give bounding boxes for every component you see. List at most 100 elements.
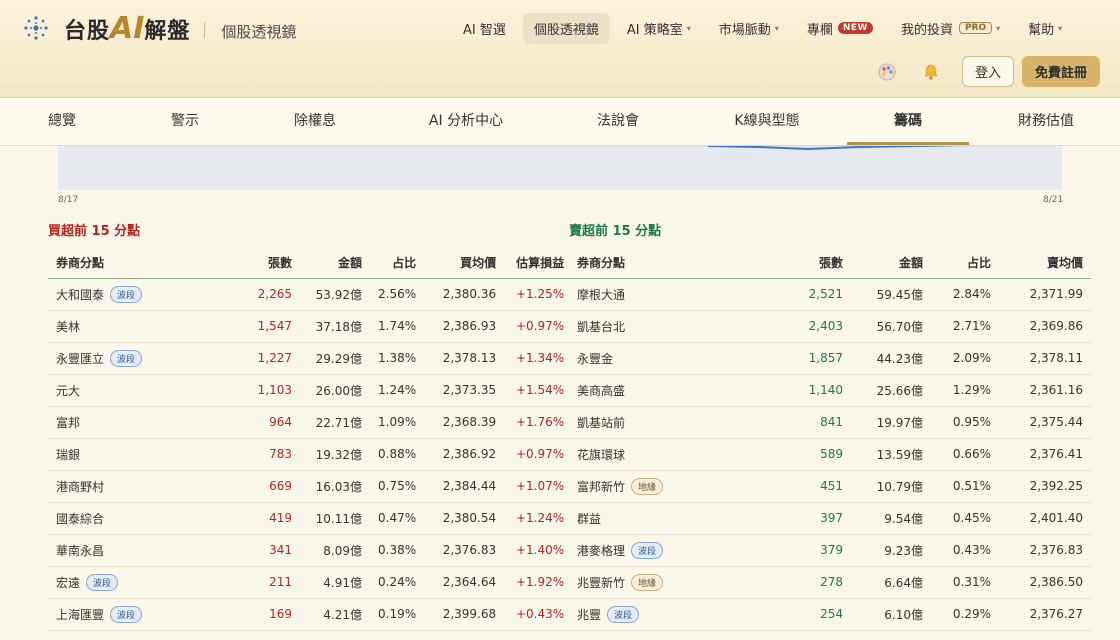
bell-icon[interactable] — [918, 59, 944, 85]
broker-name[interactable]: 瑞銀 — [56, 448, 80, 462]
broker-name[interactable]: 港麥格理 — [577, 544, 625, 558]
broker-cell: 永豐匯立 波段 — [48, 342, 200, 375]
broker-name[interactable]: 花旗環球 — [577, 448, 625, 462]
amount-cell: 4.21億 — [300, 598, 370, 631]
buy-header-1: 張數 — [200, 248, 300, 279]
broker-name[interactable]: 兆豐 — [577, 608, 601, 622]
broker-name[interactable]: 華南永昌 — [56, 544, 104, 558]
amount-cell: 29.29億 — [300, 342, 370, 375]
broker-name[interactable]: 凱基站前 — [577, 416, 625, 430]
broker-cell: 華南永昌 — [48, 534, 200, 567]
table-row[interactable]: 凱基站前 841 19.97億 0.95% 2,375.44 — [569, 406, 1091, 439]
nav-item-6[interactable]: 幫助 ▾ — [1017, 13, 1073, 44]
table-row[interactable]: 凱基台北 2,403 56.70億 2.71% 2,369.86 — [569, 310, 1091, 343]
register-button[interactable]: 免費註冊 — [1021, 56, 1100, 87]
logo[interactable]: 台股AI解盤 個股透視鏡 — [22, 11, 296, 46]
pct-cell: 0.29% — [931, 598, 999, 631]
table-row[interactable]: 元大 1,103 26.00億 1.24% 2,373.35 +1.54% — [48, 374, 573, 407]
nav-item-1[interactable]: 個股透視鏡 — [522, 12, 610, 44]
table-row[interactable]: 美林 1,547 37.18億 1.74% 2,386.93 +0.97% — [48, 310, 573, 343]
table-row[interactable]: 瑞銀 783 19.32億 0.88% 2,386.92 +0.97% — [48, 438, 573, 471]
tab-7[interactable]: 財務估值 — [1004, 98, 1088, 145]
broker-name[interactable]: 元大 — [56, 384, 80, 398]
table-row[interactable]: 富邦 964 22.71億 1.09% 2,368.39 +1.76% — [48, 406, 573, 439]
broker-name[interactable]: 國泰綜合 — [56, 512, 104, 526]
table-row[interactable]: 大和國泰 波段 2,265 53.92億 2.56% 2,380.36 +1.25% — [48, 278, 573, 311]
shares-cell: 1,227 — [200, 342, 300, 375]
table-row[interactable]: 摩根大通 2,521 59.45億 2.84% 2,371.99 — [569, 278, 1091, 311]
table-row[interactable]: 上海匯豐 波段 169 4.21億 0.19% 2,399.68 +0.43% — [48, 598, 573, 631]
table-row[interactable]: 港麥格理 波段 379 9.23億 0.43% 2,376.83 — [569, 534, 1091, 567]
broker-name[interactable]: 永豐匯立 — [56, 352, 104, 366]
tab-6[interactable]: 籌碼 — [847, 98, 969, 145]
broker-name[interactable]: 上海匯豐 — [56, 608, 104, 622]
broker-name[interactable]: 大和國泰 — [56, 288, 104, 302]
table-row[interactable]: 國泰綜合 419 10.11億 0.47% 2,380.54 +1.24% — [48, 502, 573, 535]
table-row[interactable]: 宏遠 波段 211 4.91億 0.24% 2,364.64 +1.92% — [48, 566, 573, 599]
tab-0[interactable]: 總覽 — [22, 98, 102, 145]
sell-header-1: 張數 — [759, 248, 851, 279]
broker-name[interactable]: 永豐金 — [577, 352, 613, 366]
pnl-cell: +1.54% — [504, 374, 573, 407]
shares-cell: 669 — [200, 470, 300, 503]
nav-item-0[interactable]: AI 智選 — [452, 13, 517, 44]
broker-name[interactable]: 美林 — [56, 320, 80, 334]
broker-name[interactable]: 凱基台北 — [577, 320, 625, 334]
table-row[interactable]: 美商高盛 1,140 25.66億 1.29% 2,361.16 — [569, 374, 1091, 407]
amount-cell: 26.00億 — [300, 374, 370, 407]
broker-name[interactable]: 富邦 — [56, 416, 80, 430]
avg-cell: 2,380.36 — [424, 278, 505, 311]
table-row[interactable]: 華南永昌 341 8.09億 0.38% 2,376.83 +1.40% — [48, 534, 573, 567]
nav-item-2[interactable]: AI 策略室 ▾ — [616, 13, 702, 44]
amount-cell: 56.70億 — [851, 310, 931, 343]
table-row[interactable]: 群益 397 9.54億 0.45% 2,401.40 — [569, 502, 1091, 535]
broker-cell: 宏遠 波段 — [48, 566, 200, 599]
broker-cell: 兆豐 波段 — [569, 598, 759, 631]
table-row[interactable]: 兆豐 波段 254 6.10億 0.29% 2,376.27 — [569, 598, 1091, 631]
tab-2[interactable]: 除權息 — [275, 98, 355, 145]
sell-title: 賣超前 15 分點 — [569, 224, 662, 239]
broker-name[interactable]: 宏遠 — [56, 576, 80, 590]
table-row[interactable]: 花旗環球 589 13.59億 0.66% 2,376.41 — [569, 438, 1091, 471]
pnl-cell: +0.97% — [504, 310, 573, 343]
broker-cell: 花旗環球 — [569, 438, 759, 471]
nav-item-label: 市場脈動 — [718, 22, 771, 38]
sell-header-4: 賣均價 — [999, 248, 1091, 279]
tab-4[interactable]: 法說會 — [578, 98, 658, 145]
broker-name[interactable]: 富邦新竹 — [577, 480, 625, 494]
nav-item-5[interactable]: 我的投資 PRO ▾ — [890, 13, 1011, 44]
tab-1[interactable]: 警示 — [145, 98, 225, 145]
broker-name[interactable]: 港商野村 — [56, 480, 104, 494]
pct-cell: 0.45% — [931, 502, 999, 535]
broker-tag: 波段 — [110, 605, 143, 623]
amount-cell: 6.64億 — [851, 566, 931, 599]
table-row[interactable]: 兆豐新竹 地緣 278 6.64億 0.31% 2,386.50 — [569, 566, 1091, 599]
nav-item-4[interactable]: 專欄 NEW — [796, 13, 884, 44]
broker-name[interactable]: 美商高盛 — [577, 384, 625, 398]
palette-icon[interactable] — [874, 59, 900, 85]
buy-panel: 買超前 15 分點 券商分點 張數 金額 占比 買均價 估算損益 大和國泰 波段 2,265 5… — [48, 222, 573, 631]
avg-cell: 2,384.44 — [424, 470, 505, 503]
sell-header-3: 占比 — [931, 248, 999, 279]
amount-cell: 37.18億 — [300, 310, 370, 343]
login-button[interactable]: 登入 — [961, 56, 1014, 87]
chevron-down-icon: ▾ — [686, 23, 691, 33]
chart-axis-start: 8/17 — [58, 195, 79, 205]
pnl-cell: +1.40% — [504, 534, 573, 567]
avg-cell: 2,399.68 — [424, 598, 505, 631]
table-row[interactable]: 富邦新竹 地緣 451 10.79億 0.51% 2,392.25 — [569, 470, 1091, 503]
amount-cell: 4.91億 — [300, 566, 370, 599]
table-row[interactable]: 港商野村 669 16.03億 0.75% 2,384.44 +1.07% — [48, 470, 573, 503]
nav-item-3[interactable]: 市場脈動 ▾ — [708, 13, 790, 44]
tab-3[interactable]: AI 分析中心 — [416, 98, 516, 145]
amount-cell: 19.97億 — [851, 406, 931, 439]
broker-name[interactable]: 群益 — [577, 512, 601, 526]
amount-cell: 9.54億 — [851, 502, 931, 535]
table-row[interactable]: 永豐金 1,857 44.23億 2.09% 2,378.11 — [569, 342, 1091, 375]
pct-cell: 0.51% — [931, 470, 999, 503]
table-row[interactable]: 永豐匯立 波段 1,227 29.29億 1.38% 2,378.13 +1.34% — [48, 342, 573, 375]
tab-5[interactable]: K線與型態 — [722, 98, 812, 145]
broker-name[interactable]: 兆豐新竹 — [577, 576, 625, 590]
broker-name[interactable]: 摩根大通 — [577, 288, 625, 302]
pnl-cell: +1.76% — [504, 406, 573, 439]
